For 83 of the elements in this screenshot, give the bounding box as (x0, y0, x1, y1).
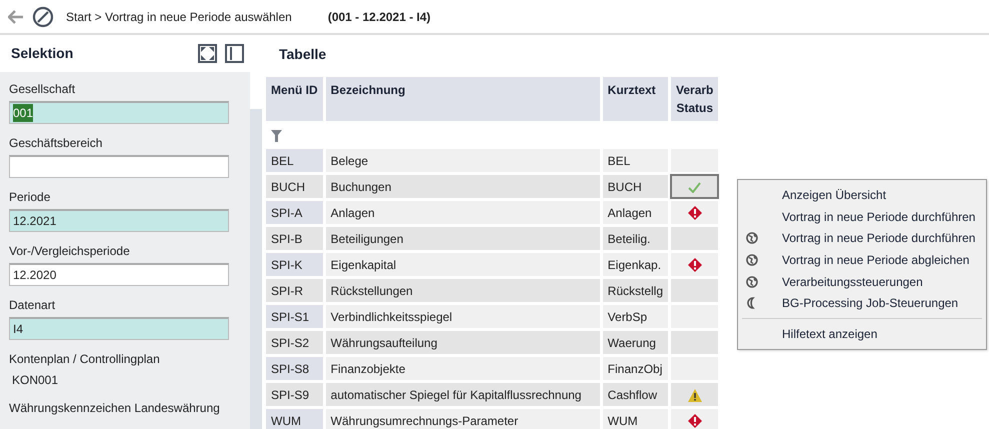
error-icon (688, 206, 702, 220)
table-cell: WUM (266, 409, 323, 429)
input-field[interactable]: I4 (9, 317, 229, 340)
menu-item[interactable]: Vortrag in neue Periode durchführen (782, 208, 976, 226)
status-cell[interactable] (671, 409, 718, 429)
error-icon (688, 258, 702, 272)
status-cell[interactable] (671, 201, 718, 224)
table-cell: Anlagen (602, 201, 668, 224)
menu-item[interactable]: Anzeigen Übersicht (782, 186, 886, 204)
field-label: Datenart (9, 298, 56, 313)
table-cell: Beteiligungen (326, 227, 600, 250)
field-label: Geschäftsbereich (9, 136, 102, 151)
status-cell[interactable] (671, 227, 718, 250)
moon-icon (746, 297, 758, 310)
table-cell: BEL (602, 149, 668, 172)
table-cell: SPI-K (266, 253, 323, 276)
table-cell: Buchungen (326, 175, 600, 198)
field-value: KON001 (12, 372, 60, 389)
warning-icon (688, 388, 702, 402)
column-header: Verarb Status (671, 77, 718, 121)
panel-title: Selektion (11, 44, 74, 63)
table-cell: Belege (326, 149, 600, 172)
table-cell: Rückstellungen (326, 279, 600, 302)
expand-icon[interactable] (198, 44, 217, 63)
error-icon (688, 414, 702, 428)
table-cell: Anlagen (326, 201, 600, 224)
menu-item[interactable]: Vortrag in neue Periode abgleichen (782, 250, 970, 269)
column-header: Kurztext (602, 77, 668, 121)
table-cell: automatischer Spiegel für Kapitalflussrechnung (326, 383, 600, 406)
menu-item[interactable]: Vortrag in neue Periode durchführen (782, 229, 976, 248)
table-cell: BUCH (602, 175, 668, 198)
panel-title: Tabelle (279, 45, 326, 64)
table-cell: Währungsumrechnungs-Parameter (326, 409, 600, 429)
table-cell: SPI-S9 (266, 383, 323, 406)
globe-icon (746, 276, 758, 288)
table-cell: Waerung (602, 331, 668, 354)
table-cell: Rückstellg (602, 279, 668, 302)
cancel-icon[interactable] (32, 6, 54, 28)
table-cell: Währungsaufteilung (326, 331, 600, 354)
menu-item[interactable]: BG-Processing Job-Steuerungen (782, 294, 958, 312)
table-cell: BUCH (266, 175, 323, 198)
table-cell: Eigenkap. (602, 253, 668, 276)
table-cell: Beteilig. (602, 227, 668, 250)
input-field[interactable]: 12.2021 (9, 209, 229, 232)
table-cell: FinanzObj (602, 357, 668, 380)
breadcrumb: Start > Vortrag in neue Periode auswählen (66, 8, 292, 26)
table-cell: SPI-A (266, 201, 323, 224)
field-label: Gesellschaft (9, 82, 76, 97)
table-cell: SPI-R (266, 279, 323, 302)
table-cell: Finanzobjekte (326, 357, 600, 380)
filter-icon[interactable] (271, 130, 282, 142)
status-cell[interactable] (671, 383, 718, 406)
status-cell[interactable] (671, 253, 718, 276)
menu-item[interactable]: Verarbeitungssteuerungen (782, 272, 923, 291)
table-cell: Eigenkapital (326, 253, 600, 276)
table-cell: SPI-S2 (266, 331, 323, 354)
globe-icon (746, 254, 758, 266)
field-label: Vor-/Vergleichsperiode (9, 244, 130, 259)
field-label: Periode (9, 190, 50, 205)
status-cell[interactable] (671, 331, 718, 354)
column-header: Menü ID (266, 77, 323, 121)
table-cell: Cashflow (602, 383, 668, 406)
status-cell[interactable] (671, 279, 718, 302)
table-cell: WUM (602, 409, 668, 429)
field-label: Kontenplan / Controllingplan (9, 352, 160, 367)
back-arrow-icon[interactable] (8, 10, 24, 24)
table-cell: VerbSp (602, 305, 668, 328)
input-field[interactable]: 12.2020 (9, 263, 229, 286)
menu-item[interactable]: Hilfetext anzeigen (782, 324, 878, 343)
input-field[interactable]: 001 (9, 101, 229, 124)
globe-icon (746, 232, 758, 244)
field-label: Währungskennzeichen Landeswährung (9, 401, 220, 416)
table-cell: Verbindlichkeitsspiegel (326, 305, 600, 328)
input-field[interactable] (9, 155, 229, 178)
sidebar-icon[interactable] (225, 44, 244, 63)
table-cell: SPI-S8 (266, 357, 323, 380)
check-icon (688, 182, 702, 193)
status-cell[interactable] (671, 175, 718, 198)
table-cell: SPI-B (266, 227, 323, 250)
context-info: (001 - 12.2021 - I4) (328, 8, 431, 26)
column-header: Bezeichnung (326, 77, 600, 121)
table-cell: BEL (266, 149, 323, 172)
table-cell: SPI-S1 (266, 305, 323, 328)
